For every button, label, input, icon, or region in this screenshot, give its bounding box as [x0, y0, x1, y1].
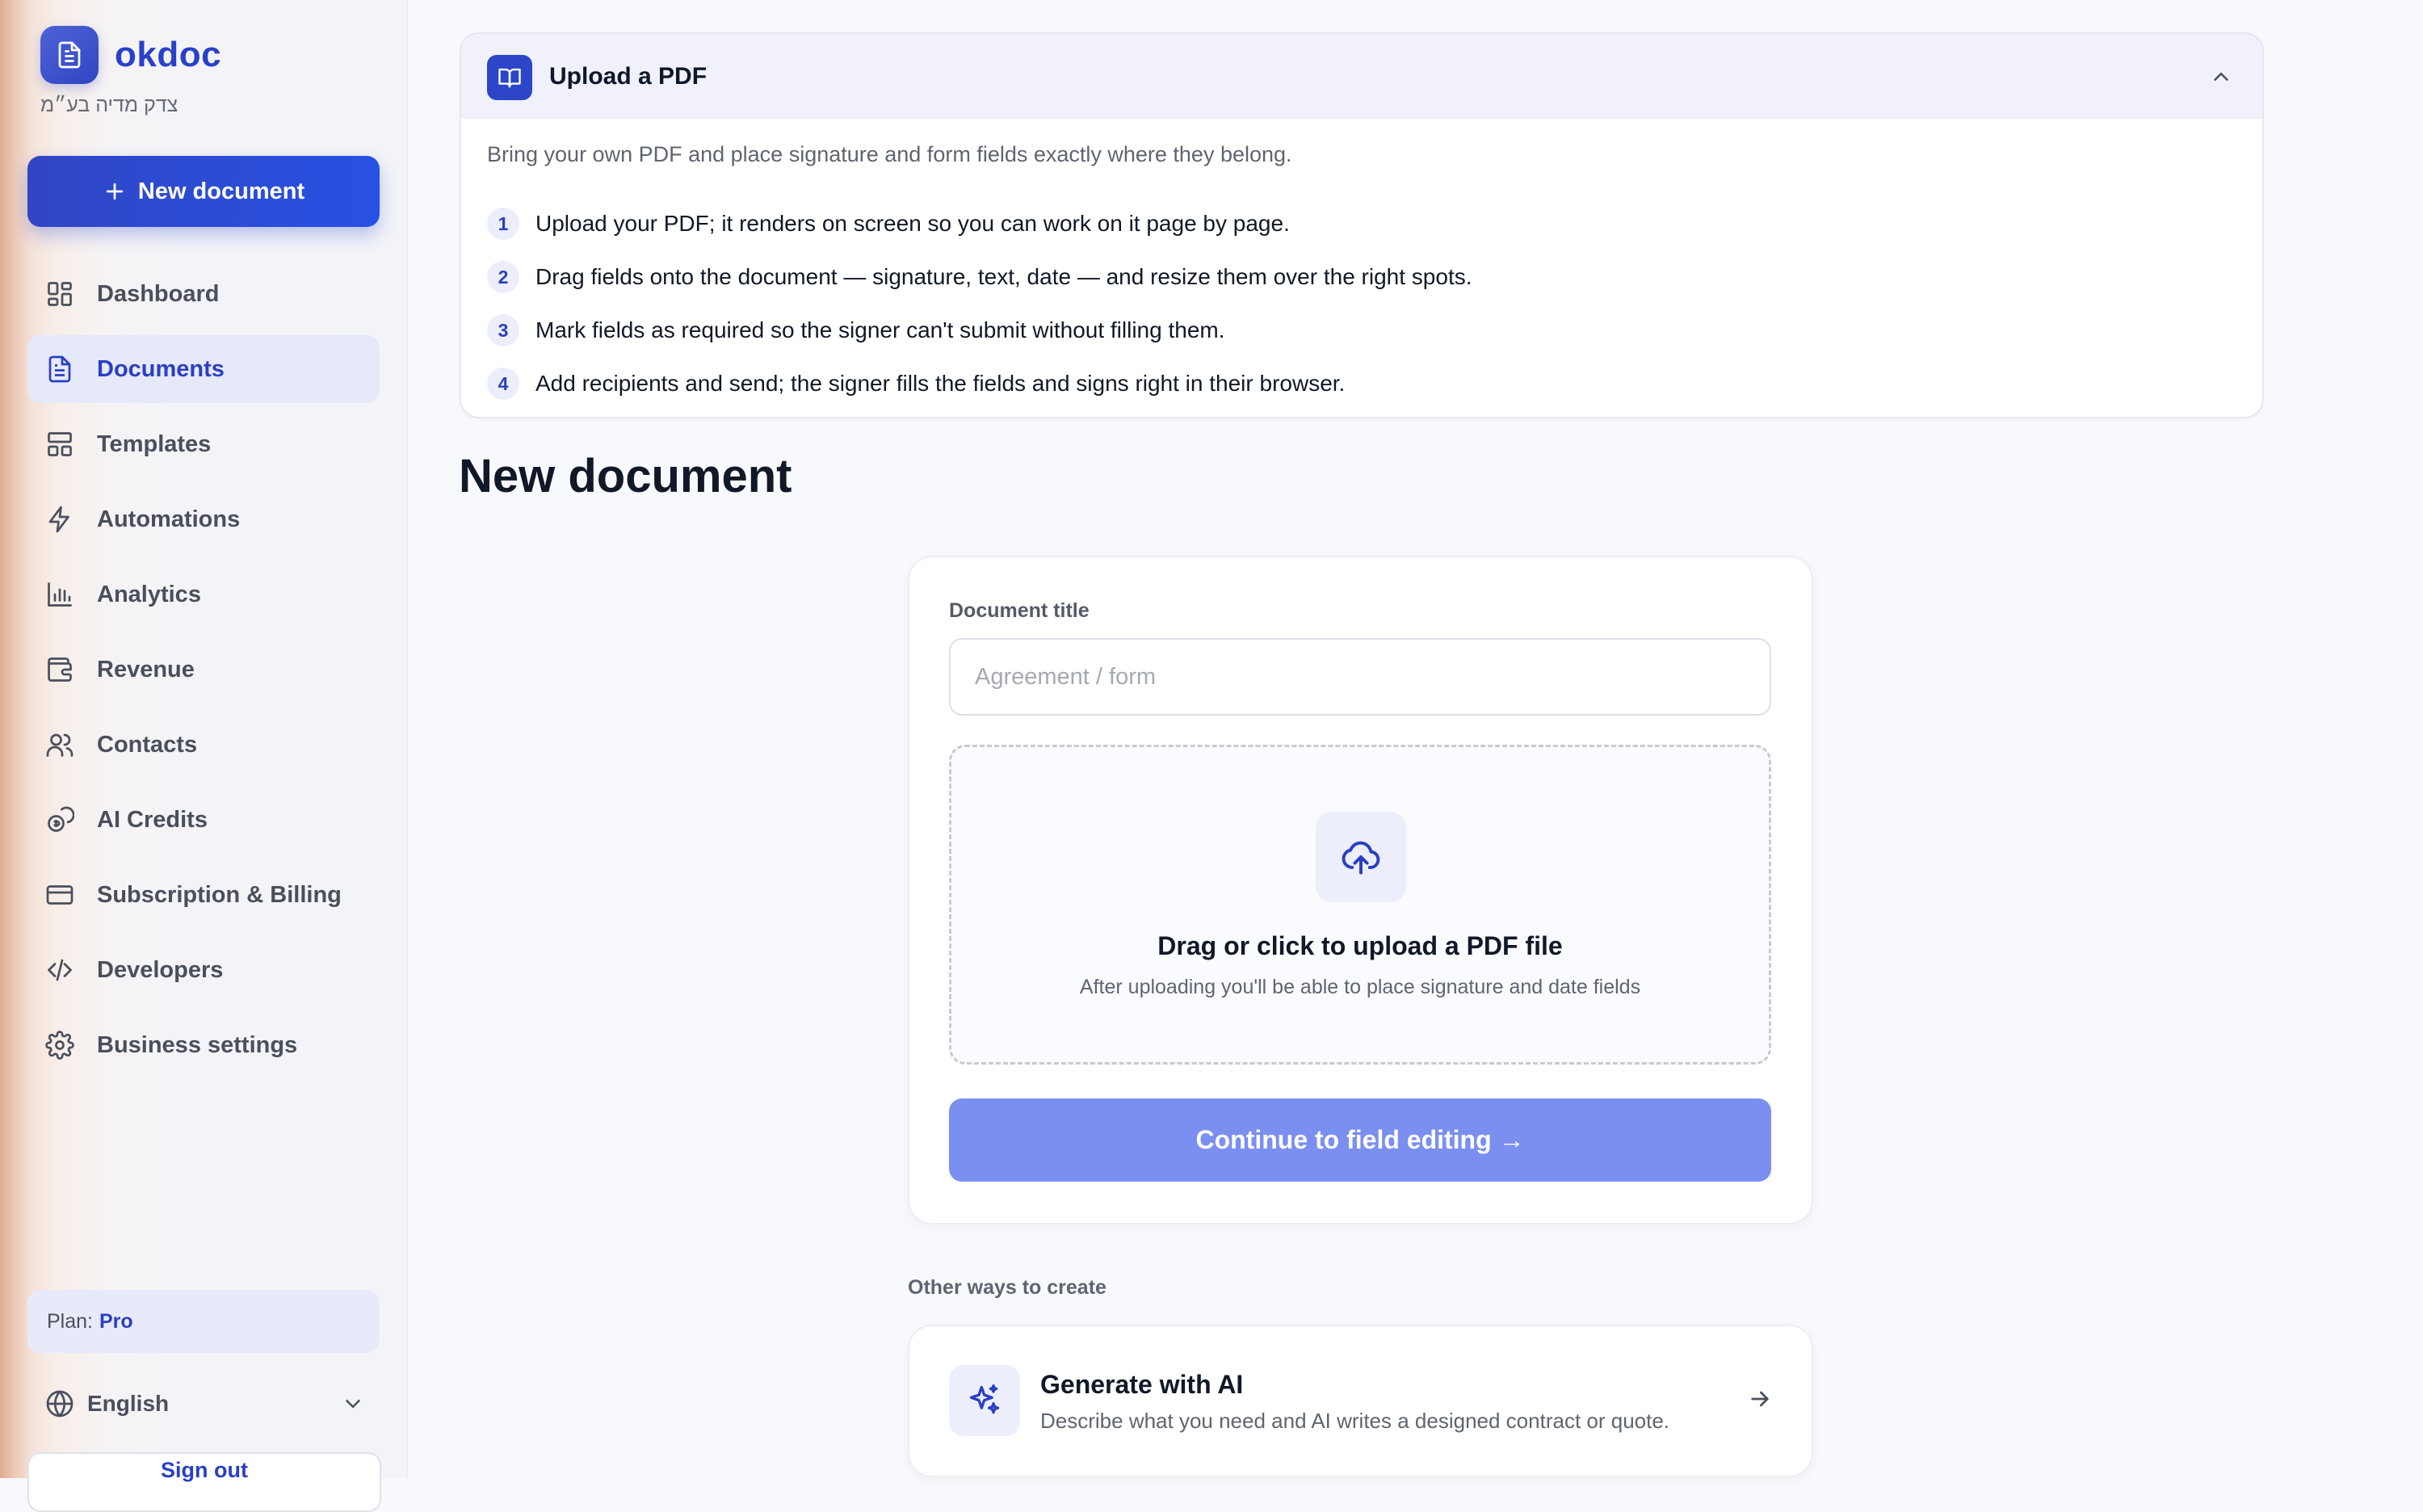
new-document-button[interactable]: New document: [27, 156, 380, 227]
chevron-down-icon: [346, 1400, 360, 1409]
sidebar-item-label: Templates: [97, 430, 212, 457]
step-text: Upload your PDF; it renders on screen so…: [535, 211, 1290, 236]
sign-out-label: Sign out: [161, 1458, 248, 1482]
sidebar-nav: Dashboard Documents Templates Automation…: [27, 260, 380, 1086]
gear-icon: [45, 1031, 74, 1060]
sidebar-item-label: Business settings: [97, 1031, 298, 1058]
document-icon: [48, 355, 71, 383]
pdf-upload-dropzone[interactable]: Drag or click to upload a PDF file After…: [949, 745, 1771, 1065]
generate-with-ai-option[interactable]: Generate with AI Describe what you need …: [908, 1325, 1813, 1477]
sidebar-item-label: Subscription & Billing: [97, 881, 342, 908]
sparkles-icon: [949, 1365, 1020, 1436]
guide-step: 4 Add recipients and send; the signer fi…: [487, 357, 1472, 410]
upload-pdf-guide-panel: Upload a PDF Bring your own PDF and plac…: [460, 32, 2264, 418]
users-icon: [46, 733, 73, 757]
new-document-label: New document: [137, 178, 305, 204]
step-number: 2: [487, 261, 519, 293]
sidebar-item-label: Analytics: [97, 581, 201, 607]
cloud-upload-icon: [1316, 812, 1406, 902]
sidebar-item-label: Contacts: [97, 731, 198, 758]
sidebar-item-label: Automations: [97, 506, 241, 532]
step-number: 1: [487, 208, 519, 240]
guide-header[interactable]: Upload a PDF: [461, 34, 2262, 119]
new-document-form: Document title Drag or click to upload a…: [908, 556, 1813, 1224]
sign-out-button[interactable]: Sign out: [27, 1452, 381, 1512]
language-selector[interactable]: English: [45, 1384, 365, 1424]
bar-chart-icon: [48, 582, 72, 607]
plus-icon: [106, 183, 123, 200]
wallet-icon: [48, 657, 72, 682]
continue-button-label: Continue to field editing →: [1195, 1125, 1525, 1154]
sidebar-item-label: Documents: [97, 355, 225, 382]
lightning-icon: [48, 506, 69, 533]
sidebar-item-analytics[interactable]: Analytics: [27, 561, 380, 628]
dropzone-title: Drag or click to upload a PDF file: [1157, 931, 1563, 960]
credit-card-icon: [46, 885, 73, 905]
language-label: English: [87, 1391, 170, 1416]
ai-option-title: Generate with AI: [1040, 1370, 1244, 1399]
step-text: Add recipients and send; the signer fill…: [535, 371, 1346, 396]
continue-to-field-editing-button[interactable]: Continue to field editing →: [949, 1098, 1771, 1182]
guide-step: 3 Mark fields as required so the signer …: [487, 304, 1472, 357]
dropzone-subtitle: After uploading you'll be able to place …: [1079, 976, 1641, 998]
sidebar-item-contacts[interactable]: Contacts: [27, 711, 380, 779]
step-number: 3: [487, 314, 519, 346]
sidebar-item-label: Dashboard: [97, 280, 220, 307]
plan-label: Plan:: [47, 1309, 93, 1333]
globe-icon: [46, 1390, 73, 1418]
guide-title: Upload a PDF: [549, 63, 708, 90]
page-title: New document: [459, 450, 792, 502]
coins-icon: [48, 806, 74, 832]
organization-name: צדק מדיה בע״מ: [40, 94, 178, 116]
sidebar-item-label: Developers: [97, 956, 224, 983]
step-text: Drag fields onto the document — signatur…: [535, 264, 1472, 289]
sidebar-item-business-settings[interactable]: Business settings: [27, 1011, 380, 1079]
templates-icon: [48, 432, 72, 456]
sidebar-item-label: Revenue: [97, 656, 195, 682]
sidebar-item-automations[interactable]: Automations: [27, 485, 380, 553]
sidebar-item-documents[interactable]: Documents: [27, 335, 380, 403]
guide-description: Bring your own PDF and place signature a…: [487, 142, 1292, 166]
brand-name: okdoc: [115, 35, 222, 74]
arrow-right-icon: [1751, 1391, 1769, 1407]
guide-steps: 1 Upload your PDF; it renders on screen …: [487, 197, 1472, 410]
sidebar-item-templates[interactable]: Templates: [27, 410, 380, 478]
ai-option-description: Describe what you need and AI writes a d…: [1040, 1409, 1670, 1433]
sidebar-item-revenue[interactable]: Revenue: [27, 636, 380, 704]
plan-badge[interactable]: Plan: Pro: [27, 1290, 380, 1353]
dashboard-icon: [48, 282, 72, 306]
step-text: Mark fields as required so the signer ca…: [535, 317, 1225, 342]
brand[interactable]: okdoc: [40, 26, 221, 84]
document-title-input[interactable]: [949, 638, 1771, 716]
document-title-label: Document title: [949, 599, 1090, 622]
sidebar-item-developers[interactable]: Developers: [27, 936, 380, 1004]
sidebar-item-label: AI Credits: [97, 806, 208, 833]
guide-step: 2 Drag fields onto the document — signat…: [487, 250, 1472, 304]
brand-logo-icon: [40, 26, 99, 84]
other-ways-heading: Other ways to create: [908, 1276, 1107, 1299]
sidebar-item-subscription-billing[interactable]: Subscription & Billing: [27, 861, 380, 929]
book-icon: [487, 55, 532, 100]
step-number: 4: [487, 368, 519, 400]
guide-step: 1 Upload your PDF; it renders on screen …: [487, 197, 1472, 250]
sidebar-item-ai-credits[interactable]: AI Credits: [27, 786, 380, 854]
sidebar: okdoc צדק מדיה בע״מ New document Dashboa…: [0, 0, 408, 1512]
chevron-up-icon[interactable]: [2209, 65, 2233, 89]
code-icon: [48, 959, 72, 981]
plan-value: Pro: [99, 1309, 133, 1333]
sidebar-item-dashboard[interactable]: Dashboard: [27, 260, 380, 328]
